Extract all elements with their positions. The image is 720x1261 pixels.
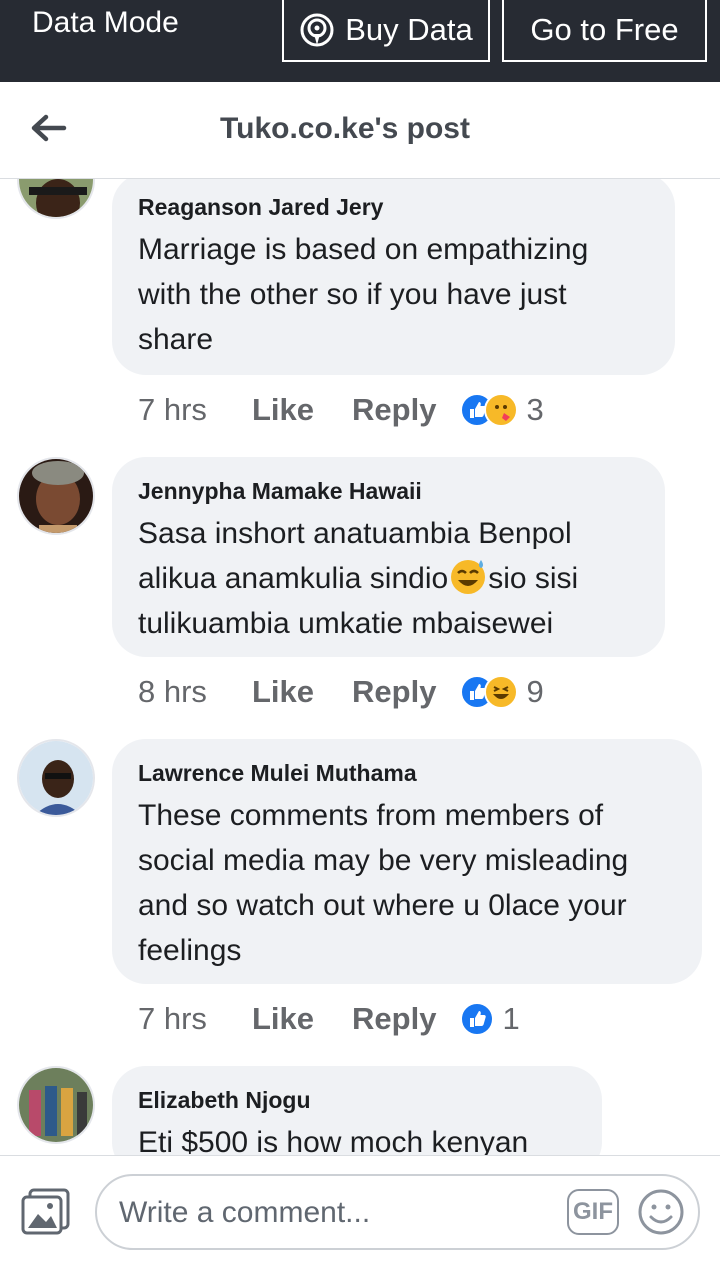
- avatar[interactable]: [17, 457, 95, 535]
- page-title: Tuko.co.ke's post: [220, 112, 470, 145]
- reply-button[interactable]: Reply: [352, 1001, 436, 1037]
- emoji-icon[interactable]: [637, 1188, 685, 1236]
- comment-actions: 7 hrs Like Reply 1: [138, 999, 520, 1039]
- buy-data-label: Buy Data: [345, 12, 473, 47]
- comment-input-placeholder: Write a comment...: [119, 1196, 371, 1229]
- like-button[interactable]: Like: [252, 674, 314, 710]
- go-to-free-button[interactable]: Go to Free: [502, 0, 707, 62]
- like-button[interactable]: Like: [252, 392, 314, 428]
- go-to-free-label: Go to Free: [530, 12, 679, 47]
- comment-author[interactable]: Reaganson Jared Jery: [138, 193, 649, 221]
- haha-reaction-icon: [484, 675, 519, 709]
- comment-input[interactable]: Write a comment... GIF: [95, 1174, 700, 1250]
- comment-author[interactable]: Elizabeth Njogu: [138, 1086, 576, 1114]
- sweat-smile-emoji-icon: [448, 556, 488, 594]
- like-button[interactable]: Like: [252, 1001, 314, 1037]
- reactions-summary[interactable]: [460, 1002, 495, 1036]
- post-header: Tuko.co.ke's post: [0, 82, 720, 179]
- comment-text: Sasa inshort anatuambia Benpol alikua an…: [138, 511, 639, 646]
- care-reaction-icon: [484, 393, 519, 427]
- avatar[interactable]: [17, 179, 95, 219]
- comment-bubble[interactable]: Elizabeth Njogu Eti $500 is how moch ken…: [112, 1066, 602, 1155]
- reaction-count[interactable]: 3: [526, 392, 543, 428]
- comment-actions: 7 hrs Like Reply 3: [138, 390, 544, 430]
- comment-author[interactable]: Jennypha Mamake Hawaii: [138, 477, 639, 505]
- comment-text: Eti $500 is how moch kenyan: [138, 1126, 529, 1155]
- reply-button[interactable]: Reply: [352, 392, 436, 428]
- comment-bubble[interactable]: Reaganson Jared Jery Marriage is based o…: [112, 179, 675, 375]
- comment-composer: Write a comment... GIF: [0, 1155, 720, 1261]
- comment-bubble[interactable]: Jennypha Mamake Hawaii Sasa inshort anat…: [112, 457, 665, 657]
- reactions-summary[interactable]: [460, 675, 519, 709]
- data-mode-label: Data Mode: [32, 6, 179, 39]
- photo-icon[interactable]: [20, 1188, 72, 1236]
- data-mode-banner: Data Mode Buy Data Go to Free: [0, 0, 720, 82]
- comments-feed[interactable]: Reaganson Jared Jery Marriage is based o…: [0, 179, 720, 1155]
- avatar[interactable]: [17, 1066, 95, 1144]
- reaction-count[interactable]: 1: [502, 1001, 519, 1037]
- comment-time[interactable]: 8 hrs: [138, 674, 252, 710]
- comment-text: Marriage is based on empathizing with th…: [138, 233, 589, 356]
- comment-time[interactable]: 7 hrs: [138, 1001, 252, 1037]
- avatar[interactable]: [17, 739, 95, 817]
- reply-button[interactable]: Reply: [352, 674, 436, 710]
- like-reaction-icon: [460, 1002, 495, 1036]
- comment-author[interactable]: Lawrence Mulei Muthama: [138, 759, 676, 787]
- buy-data-button[interactable]: Buy Data: [282, 0, 490, 62]
- reactions-summary[interactable]: [460, 393, 519, 427]
- comment-actions: 8 hrs Like Reply 9: [138, 672, 544, 712]
- broadcast-icon: [300, 13, 334, 47]
- comment-time[interactable]: 7 hrs: [138, 392, 252, 428]
- comment-text: These comments from members of social me…: [138, 799, 629, 967]
- comment-bubble[interactable]: Lawrence Mulei Muthama These comments fr…: [112, 739, 702, 984]
- reaction-count[interactable]: 9: [526, 674, 543, 710]
- gif-button[interactable]: GIF: [567, 1189, 619, 1235]
